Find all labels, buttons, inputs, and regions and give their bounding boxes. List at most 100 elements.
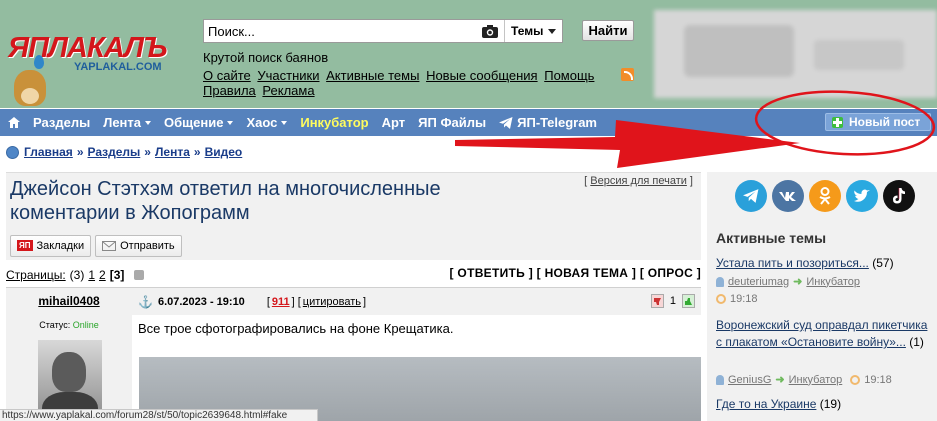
topic-title-area: Джейсон Стэтхэм ответил на многочисленны… xyxy=(6,172,701,231)
arrow-right-circle-icon xyxy=(6,145,19,159)
link-help[interactable]: Помощь xyxy=(544,68,594,83)
home-icon[interactable] xyxy=(8,117,20,128)
topic-main: Джейсон Стэтхэм ответил на многочисленны… xyxy=(6,172,701,421)
quote-link[interactable]: цитировать xyxy=(303,296,361,308)
vote-area: 1 xyxy=(650,294,695,308)
breadcrumb: Главная» Разделы» Лента» Видео xyxy=(6,145,242,159)
search-scope-select[interactable]: Темы xyxy=(504,20,562,42)
pages-label: Страницы: xyxy=(6,268,66,282)
author-status-value: Online xyxy=(72,320,99,330)
post-rating[interactable]: 911 xyxy=(272,296,290,308)
nav-communication-label: Общение xyxy=(164,115,224,130)
odnoklassniki-icon[interactable] xyxy=(809,180,841,212)
camera-icon[interactable] xyxy=(481,23,499,39)
nav-chaos-label: Хаос xyxy=(246,115,278,130)
post-body-text: Все трое сфотографировались на фоне Крещ… xyxy=(138,321,454,336)
active-topic-user[interactable]: GeniusG xyxy=(728,374,771,386)
print-version: [ Версия для печати ] xyxy=(584,175,693,187)
browser-status-bar: https://www.yaplakal.com/forum28/st/50/t… xyxy=(0,409,318,421)
active-topic-count: (19) xyxy=(819,397,842,411)
telegram-icon[interactable] xyxy=(735,180,767,212)
active-topic-time-row: 19:18 xyxy=(716,293,932,305)
active-topic-link[interactable]: Воронежский суд оправдал пикетчика с пла… xyxy=(716,318,927,349)
search-box: Темы xyxy=(203,19,563,43)
blurred-ad-banner[interactable] xyxy=(654,10,937,98)
active-topic-user[interactable]: deuteriumag xyxy=(728,276,789,288)
link-advertising[interactable]: Реклама xyxy=(262,83,314,98)
new-post-button[interactable]: Новый пост xyxy=(825,113,931,131)
arrow-right-icon: ➜ xyxy=(775,374,785,386)
post-date: 6.07.2023 - 19:10 xyxy=(157,295,245,308)
anchor-icon[interactable]: ⚓ xyxy=(138,295,153,309)
breadcrumb-home[interactable]: Главная xyxy=(24,145,73,159)
breadcrumb-sections[interactable]: Разделы xyxy=(88,145,141,159)
nav-telegram-label: ЯП-Telegram xyxy=(517,115,597,130)
main-navbar: Разделы Лента Общение Хаос Инкубатор Арт… xyxy=(0,109,937,136)
bookmarks-button[interactable]: ЯП Закладки xyxy=(10,234,92,257)
twitter-icon[interactable] xyxy=(846,180,878,212)
search-input[interactable] xyxy=(204,21,481,41)
page-link-2[interactable]: 2 xyxy=(99,268,106,282)
send-button[interactable]: Отправить xyxy=(95,234,182,257)
site-logo[interactable]: ЯПЛАКАЛЪ YAPLAKAL.COM xyxy=(4,28,190,108)
print-version-link[interactable]: Версия для печати xyxy=(590,175,687,187)
breadcrumb-video[interactable]: Видео xyxy=(205,145,243,159)
chevron-down-icon xyxy=(548,28,556,34)
active-topic-section[interactable]: Инкубатор xyxy=(806,276,860,288)
search-button[interactable]: Найти xyxy=(582,20,634,41)
nav-communication[interactable]: Общение xyxy=(164,115,234,130)
new-post-label: Новый пост xyxy=(849,115,921,129)
breadcrumb-separator: » xyxy=(76,145,84,159)
top-links: О сайте Участники Активные темы Новые со… xyxy=(203,68,613,98)
page-link-1[interactable]: 1 xyxy=(88,268,95,282)
topic-actions[interactable]: [ ОТВЕТИТЬ ] [ НОВАЯ ТЕМА ] [ ОПРОС ] xyxy=(450,266,702,280)
chevron-down-icon xyxy=(281,120,288,125)
page-jump-icon[interactable] xyxy=(134,270,145,280)
nav-telegram[interactable]: ЯП-Telegram xyxy=(499,115,597,130)
active-topic-link[interactable]: Устала пить и позориться... xyxy=(716,256,869,270)
active-topic-time: 19:18 xyxy=(730,293,758,305)
user-icon xyxy=(716,276,724,287)
rss-icon[interactable] xyxy=(621,68,634,81)
tiktok-icon[interactable] xyxy=(883,180,915,212)
active-topic-meta: GeniusG ➜ Инкубатор 19:18 xyxy=(716,373,932,386)
author-link[interactable]: mihail0408 xyxy=(6,294,132,308)
vote-count: 1 xyxy=(669,295,676,307)
thumb-up-icon[interactable] xyxy=(682,294,695,308)
link-new-messages[interactable]: Новые сообщения xyxy=(426,68,538,83)
tear-drop-icon xyxy=(34,55,44,69)
post: mihail0408 Статус: Online ⚓ 6.07.2023 - … xyxy=(6,287,701,421)
nav-feed[interactable]: Лента xyxy=(103,115,152,130)
active-topic-time: 19:18 xyxy=(864,373,892,386)
nav-chaos[interactable]: Хаос xyxy=(246,115,288,130)
search-tagline: Крутой поиск баянов xyxy=(203,50,329,65)
nav-sections[interactable]: Разделы xyxy=(33,115,90,130)
page-title: Джейсон Стэтхэм ответил на многочисленны… xyxy=(10,178,441,224)
link-about[interactable]: О сайте xyxy=(203,68,251,83)
site-header: ЯПЛАКАЛЪ YAPLAKAL.COM Темы Найти Крутой … xyxy=(0,0,937,108)
link-rules[interactable]: Правила xyxy=(203,83,256,98)
vk-icon[interactable] xyxy=(772,180,804,212)
nav-files[interactable]: ЯП Файлы xyxy=(418,115,486,130)
nav-art[interactable]: Арт xyxy=(382,115,406,130)
telegram-icon xyxy=(499,116,513,129)
envelope-icon xyxy=(102,240,117,251)
link-members[interactable]: Участники xyxy=(257,68,319,83)
active-topic-item: Где то на Украине (19) xyxy=(716,396,932,413)
active-topic-section[interactable]: Инкубатор xyxy=(789,374,843,386)
bracket: ] xyxy=(363,295,367,308)
right-sidebar: Активные темы Устала пить и позориться..… xyxy=(707,172,937,421)
active-topic-item: Воронежский суд оправдал пикетчика с пла… xyxy=(716,317,932,351)
logo-domain: YAPLAKAL.COM xyxy=(74,61,162,73)
breadcrumb-feed[interactable]: Лента xyxy=(155,145,190,159)
active-topic-link[interactable]: Где то на Украине xyxy=(716,397,816,411)
clock-icon xyxy=(850,374,861,385)
yap-badge-icon: ЯП xyxy=(17,240,33,251)
link-active-topics[interactable]: Активные темы xyxy=(326,68,419,83)
thumb-down-icon[interactable] xyxy=(650,294,664,308)
breadcrumb-separator: » xyxy=(193,145,201,159)
nav-incubator[interactable]: Инкубатор xyxy=(300,115,368,130)
plus-icon xyxy=(832,116,843,128)
active-topic-item: Устала пить и позориться... (57) xyxy=(716,255,932,272)
arrow-right-icon: ➜ xyxy=(793,276,803,288)
